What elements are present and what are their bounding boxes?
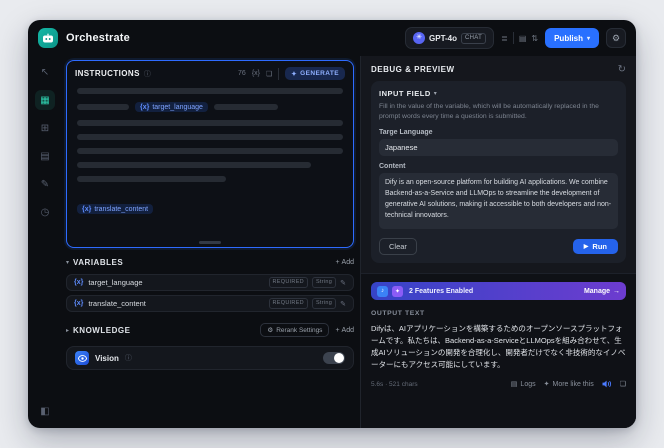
more-like-this-button[interactable]: ✦ More like this <box>543 380 594 389</box>
chevron-down-icon: ▾ <box>586 35 590 42</box>
debug-title: DEBUG & PREVIEW <box>371 65 455 74</box>
info-icon[interactable]: ⓘ <box>144 69 151 79</box>
clear-button[interactable]: Clear <box>379 238 417 256</box>
app-logo-robot-icon <box>38 28 58 48</box>
plus-icon: + <box>335 326 340 334</box>
sliders-icon: ⚙ <box>267 327 274 334</box>
model-selector[interactable]: ✳ GPT-4o CHAT <box>405 27 495 49</box>
input-field-collapse[interactable]: INPUT FIELD ▾ <box>379 89 618 98</box>
publish-button[interactable]: Publish ▾ <box>545 28 599 48</box>
speaker-icon[interactable] <box>602 380 612 388</box>
settings-button[interactable]: ⚙ <box>606 28 626 48</box>
more-like-this-feature-icon: ✦ <box>392 285 403 297</box>
variable-chip-translate-content: {x} translate_content <box>77 204 154 214</box>
vision-label: Vision <box>95 353 119 363</box>
page-title: Orchestrate <box>66 32 130 44</box>
copy-icon[interactable]: ❏ <box>266 70 272 78</box>
model-provider-icon: ✳ <box>413 32 426 44</box>
arrow-right-icon: → <box>613 287 620 295</box>
output-zone: ♪ ✦ 2 Features Enabled Manage → OUTPUT TE… <box>361 273 636 428</box>
model-mode-badge: CHAT <box>461 32 487 44</box>
variable-row-target-language[interactable]: {x} target_language REQUIRED String ✎ <box>66 274 354 291</box>
eye-icon <box>75 351 89 365</box>
add-variable-button[interactable]: + Add <box>335 259 354 266</box>
target-language-label: Targe Language <box>379 129 433 137</box>
output-meta: 5.6s · 521 chars <box>371 380 418 388</box>
sparkle-icon: ✦ <box>543 381 550 389</box>
logs-button[interactable]: ▤ Logs <box>510 380 536 389</box>
gear-icon: ⚙ <box>611 32 621 43</box>
output-text: Difyは、AIアプリケーションを構築するためのオープンソースプラットフォームで… <box>371 324 626 370</box>
content-textarea[interactable]: Dify is an open-source platform for buil… <box>379 173 618 230</box>
edit-icon[interactable]: ✎ <box>340 279 346 287</box>
sidebar-item-orchestrate[interactable]: ▦ <box>35 90 55 110</box>
features-enabled-label: 2 Features Enabled <box>409 287 474 295</box>
knowledge-title: KNOWLEDGE <box>73 325 131 335</box>
collapse-panel-icon[interactable]: ◧ <box>35 401 55 421</box>
required-badge: REQUIRED <box>268 298 308 309</box>
knowledge-section: ▸ KNOWLEDGE ⚙ Rerank Settings + Add <box>66 322 354 338</box>
copy-icon[interactable]: ❏ <box>620 380 626 388</box>
content-label: Content <box>379 163 406 171</box>
chevron-down-icon[interactable]: ▾ <box>66 259 69 266</box>
model-name: GPT-4o <box>429 33 458 43</box>
text-to-speech-feature-icon: ♪ <box>377 285 388 297</box>
sidebar-item-history[interactable]: ◷ <box>35 202 55 222</box>
variable-row-translate-content[interactable]: {x} translate_content REQUIRED String ✎ <box>66 295 354 312</box>
type-badge[interactable]: String <box>311 277 337 288</box>
info-icon[interactable]: ⓘ <box>125 353 132 363</box>
features-bar[interactable]: ♪ ✦ 2 Features Enabled Manage → <box>371 282 626 301</box>
logs-icon: ▤ <box>510 381 518 389</box>
chevron-right-icon[interactable]: ▸ <box>66 327 69 334</box>
output-text-title: OUTPUT TEXT <box>371 310 425 318</box>
required-badge: REQUIRED <box>268 277 308 288</box>
manage-features-button[interactable]: Manage → <box>584 288 620 295</box>
refresh-icon[interactable]: ↻ <box>618 64 626 75</box>
sync-icon[interactable]: ⇅ <box>531 34 538 43</box>
input-field-description: Fill in the value of the variable, which… <box>379 103 599 121</box>
type-badge[interactable]: String <box>311 298 337 309</box>
variables-title: VARIABLES <box>73 257 124 267</box>
divider <box>512 32 514 44</box>
input-field-card: INPUT FIELD ▾ Fill in the value of the v… <box>371 81 626 264</box>
resize-handle[interactable] <box>199 241 221 244</box>
instructions-panel: INSTRUCTIONS ⓘ 76 {x} ❏ ✦ GENERATE {x} tar… <box>66 60 354 248</box>
sidebar-item-preview[interactable]: ⊞ <box>35 118 55 138</box>
vision-toggle[interactable] <box>323 352 345 364</box>
settings-sliders-icon[interactable]: ≣ <box>501 34 508 43</box>
variables-section: ▾ VARIABLES + Add {x} target_language REQ… <box>66 254 354 312</box>
variable-token-icon: {x} <box>74 300 84 307</box>
char-count: 76 <box>238 70 246 77</box>
sidebar-item-annotations[interactable]: ✎ <box>35 174 55 194</box>
instructions-title: INSTRUCTIONS <box>75 69 140 78</box>
sparkle-icon: ✦ <box>291 70 298 78</box>
run-button[interactable]: ▶ Run <box>572 239 618 255</box>
top-bar: Orchestrate ✳ GPT-4o CHAT ≣ ▤ ⇅ Publish ▾… <box>28 20 636 56</box>
variable-chip-target-language: {x} target_language <box>135 102 208 112</box>
rerank-settings-button[interactable]: ⚙ Rerank Settings <box>260 323 330 337</box>
generate-button[interactable]: ✦ GENERATE <box>285 67 345 80</box>
divider <box>278 67 280 80</box>
back-icon[interactable]: ↖ <box>35 62 55 82</box>
debug-preview-panel: DEBUG & PREVIEW ↻ INPUT FIELD ▾ Fill in … <box>360 56 636 428</box>
prompt-log-icon[interactable]: ▤ <box>519 34 527 43</box>
vision-section: Vision ⓘ <box>66 346 354 370</box>
chevron-down-icon: ▾ <box>433 91 437 97</box>
plus-icon: + <box>335 258 340 266</box>
app-window: Orchestrate ✳ GPT-4o CHAT ≣ ▤ ⇅ Publish ▾… <box>28 20 636 428</box>
sidebar-item-api[interactable]: ▤ <box>35 146 55 166</box>
edit-icon[interactable]: ✎ <box>340 300 346 308</box>
play-icon: ▶ <box>583 244 589 251</box>
variable-token-icon: {x} <box>74 279 84 286</box>
insert-variable-icon[interactable]: {x} <box>252 70 260 77</box>
target-language-input[interactable]: Japanese <box>379 139 618 157</box>
prompt-editor[interactable]: {x} target_language {x} translate_content <box>67 84 353 214</box>
left-nav-rail: ↖ ▦ ⊞ ▤ ✎ ◷ ◧ <box>28 56 62 428</box>
add-knowledge-button[interactable]: + Add <box>335 327 354 334</box>
